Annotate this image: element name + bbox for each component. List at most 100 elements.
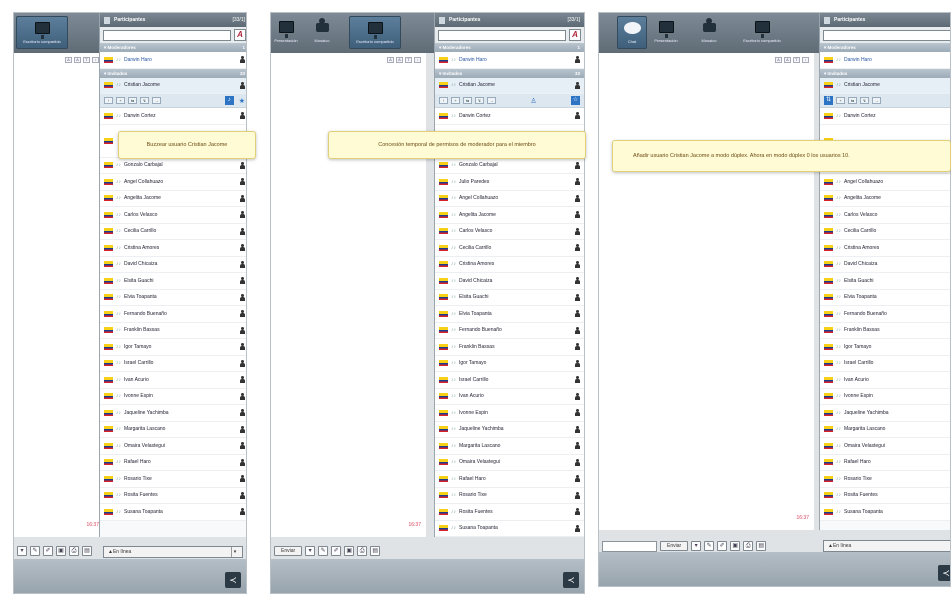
- escritorio-button[interactable]: Escritorio compartido: [736, 16, 788, 49]
- participant-row[interactable]: ♪♪ Angelita Jacome: [820, 190, 950, 207]
- participant-row[interactable]: ♪♪ Igor Tamayo: [100, 339, 246, 356]
- participant-row[interactable]: ♪♪ Darwin Haro: [820, 52, 950, 69]
- send-button[interactable]: Enviar: [660, 541, 689, 551]
- edit-icon[interactable]: ✐: [43, 546, 53, 556]
- moderator-star-icon[interactable]: ☆: [571, 96, 580, 105]
- participant-row[interactable]: ♪♪ Elsita Guachi: [820, 273, 950, 290]
- status-dropdown[interactable]: ▲ En línea▾: [103, 546, 243, 558]
- participant-row[interactable]: ♪♪ Rosita Fuentes: [100, 487, 246, 504]
- presentacion-button[interactable]: Presentación: [651, 16, 681, 49]
- participant-row[interactable]: ♪♪ Israel Carrillo: [100, 355, 246, 372]
- zoom-button[interactable]: T: [793, 57, 800, 63]
- action-icon[interactable]: +: [836, 97, 845, 104]
- buzz-icon[interactable]: ♪: [224, 96, 234, 105]
- action-icon[interactable]: ⇆: [128, 97, 137, 104]
- escritorio-button[interactable]: Escritorio compartido: [16, 16, 68, 49]
- participant-row[interactable]: ♪♪ Margarita Lascano: [820, 421, 950, 438]
- edit-icon[interactable]: ✐: [331, 546, 342, 556]
- save-icon[interactable]: ▤: [370, 546, 381, 556]
- participant-row[interactable]: ♪♪ Rosario Tixe: [435, 487, 584, 504]
- font-button[interactable]: A: [234, 29, 246, 41]
- share-icon[interactable]: ≺: [225, 572, 241, 588]
- chat-button[interactable]: Chat: [617, 16, 647, 49]
- participant-row[interactable]: ♪♪ Carlos Velasco: [100, 207, 246, 224]
- participant-row[interactable]: ♪♪ Rafael Haro: [100, 454, 246, 471]
- participant-search-input[interactable]: [438, 29, 566, 41]
- clear-button[interactable]: ↓: [802, 57, 809, 63]
- duplex-icon[interactable]: ⇅: [824, 96, 833, 105]
- action-icon[interactable]: +: [116, 97, 125, 104]
- participant-row[interactable]: ♪♪ Israel Carrillo: [435, 372, 584, 389]
- participant-row[interactable]: ♪♪ Rafael Haro: [820, 454, 950, 471]
- participant-row[interactable]: ♪♪ Elvia Toapanta: [820, 289, 950, 306]
- participant-row[interactable]: ♪♪ Cristina Amores: [435, 256, 584, 273]
- escritorio-button[interactable]: Escritorio compartido: [349, 16, 401, 49]
- participant-row[interactable]: ♪♪ Ivan Acurio: [820, 372, 950, 389]
- clear-button[interactable]: ↓: [92, 57, 99, 63]
- print-icon[interactable]: ⎙: [743, 541, 754, 551]
- print-icon[interactable]: ⎙: [357, 546, 368, 556]
- image-icon[interactable]: ▣: [56, 546, 66, 556]
- participant-row[interactable]: ♪♪ Fernando Buenaño: [820, 306, 950, 323]
- print-icon[interactable]: ⎙: [69, 546, 79, 556]
- mosaico-button[interactable]: Mosaico: [694, 16, 724, 49]
- action-icon[interactable]: ↯: [140, 97, 149, 104]
- participant-row[interactable]: ♪♪Gonzalo Carbajal: [435, 157, 584, 174]
- participant-row[interactable]: ♪♪ Franklin Bassas: [820, 322, 950, 339]
- group-invited[interactable]: ▾ Invitados33: [100, 68, 246, 78]
- participant-row[interactable]: ♪♪ Angelita Jacome: [100, 190, 246, 207]
- save-icon[interactable]: ▤: [82, 546, 92, 556]
- participant-row[interactable]: ♪♪ Cristian Jacome: [100, 77, 246, 94]
- participant-search-input[interactable]: [103, 29, 231, 41]
- participant-row[interactable]: ♪♪ Fernando Buenaño: [435, 322, 584, 339]
- participant-row[interactable]: ♪♪ Elvia Toapanta: [100, 289, 246, 306]
- participant-row[interactable]: ♪♪ Cecilia Carrillo: [435, 240, 584, 257]
- action-icon[interactable]: →: [872, 97, 881, 104]
- participant-row[interactable]: ♪♪ Jaqueline Yachimba: [100, 405, 246, 422]
- participant-search-input[interactable]: [823, 29, 950, 41]
- dropdown-button[interactable]: ▾: [305, 546, 316, 556]
- font-size-button[interactable]: A: [784, 57, 791, 63]
- participant-row[interactable]: ♪♪ Margarita Lascano: [435, 438, 584, 455]
- dropdown-button[interactable]: ▾: [691, 541, 702, 551]
- participant-row[interactable]: ♪♪ Rosario Tixe: [100, 471, 246, 488]
- pencil-icon[interactable]: ✎: [30, 546, 40, 556]
- action-icon[interactable]: ↑: [439, 97, 448, 104]
- participant-row[interactable]: ♪♪ Rosita Fuentes: [435, 504, 584, 521]
- action-icon[interactable]: ⇆: [848, 97, 857, 104]
- zoom-button[interactable]: T: [83, 57, 90, 63]
- participant-row[interactable]: ♪♪ Carlos Velasco: [435, 223, 584, 240]
- participant-row[interactable]: ♪♪ Susana Toapanta: [100, 504, 246, 521]
- participant-row[interactable]: ♪♪ Angel Collahuazo: [435, 190, 584, 207]
- font-size-button[interactable]: A: [396, 57, 403, 63]
- edit-icon[interactable]: ✐: [717, 541, 728, 551]
- group-invited[interactable]: ▾ Invitados33: [820, 68, 950, 78]
- action-icon[interactable]: →: [487, 97, 496, 104]
- participant-row[interactable]: ♪♪ Igor Tamayo: [435, 355, 584, 372]
- share-icon[interactable]: ≺: [938, 565, 950, 581]
- group-invited[interactable]: ▾ Invitados33: [435, 68, 584, 78]
- participant-row[interactable]: ♪♪ Darwin Cortez: [100, 108, 246, 125]
- participant-row[interactable]: ♪♪ Darwin Cortez: [820, 108, 950, 125]
- send-button[interactable]: Enviar: [274, 546, 303, 556]
- action-icon[interactable]: +: [451, 97, 460, 104]
- image-icon[interactable]: ▣: [730, 541, 741, 551]
- font-button[interactable]: A: [569, 29, 581, 41]
- participant-row[interactable]: ♪♪ Cristian Jacome: [820, 77, 950, 94]
- mosaico-button[interactable]: Mosaico: [307, 16, 337, 49]
- participant-row[interactable]: ♪♪ Ivan Acurio: [435, 388, 584, 405]
- group-moderators[interactable]: ▾ Moderadores1: [435, 43, 584, 52]
- participant-row[interactable]: ♪♪ Franklin Bassas: [435, 339, 584, 356]
- participant-row[interactable]: ♪♪ Franklin Bassas: [100, 322, 246, 339]
- participant-row[interactable]: ♪♪ Cecilia Carrillo: [100, 223, 246, 240]
- zoom-button[interactable]: T: [405, 57, 412, 63]
- font-size-button[interactable]: A: [65, 57, 72, 63]
- participant-row[interactable]: ♪♪ Darwin Cortez: [435, 108, 584, 125]
- participant-row[interactable]: ♪♪ Elsita Guachi: [100, 273, 246, 290]
- action-icon[interactable]: ↯: [475, 97, 484, 104]
- group-moderators[interactable]: ▾ Moderadores1: [100, 43, 246, 52]
- share-icon[interactable]: ≺: [563, 572, 579, 588]
- participant-row[interactable]: ♪♪ Jaqueline Yachimba: [435, 421, 584, 438]
- participant-row[interactable]: ♪♪ Omaira Velastegui: [435, 454, 584, 471]
- participant-row[interactable]: ♪♪ Cecilia Carrillo: [820, 223, 950, 240]
